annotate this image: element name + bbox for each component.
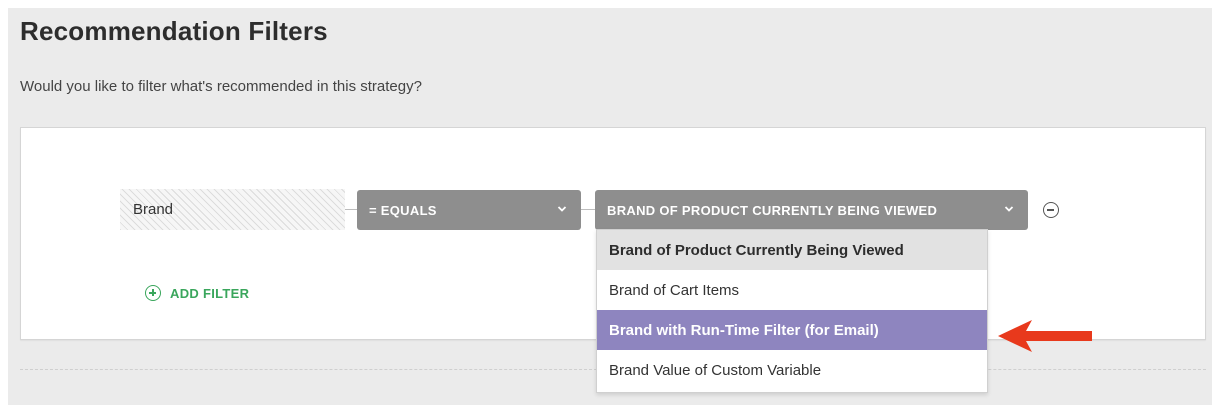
value-label: BRAND OF PRODUCT CURRENTLY BEING VIEWED [607, 203, 938, 218]
add-filter-button[interactable]: ADD FILTER [145, 283, 249, 303]
connector-line [581, 209, 595, 210]
filter-field-brand: Brand [120, 189, 345, 230]
value-dropdown-menu: Brand of Product Currently Being Viewed … [596, 229, 988, 393]
chevron-down-icon [557, 206, 567, 212]
dropdown-option[interactable]: Brand with Run-Time Filter (for Email) [597, 310, 987, 350]
plus-circle-icon [145, 285, 161, 301]
dropdown-option[interactable]: Brand Value of Custom Variable [597, 350, 987, 390]
chevron-down-icon [1004, 206, 1014, 212]
filter-field-label: Brand [133, 201, 174, 218]
dropdown-option[interactable]: Brand of Cart Items [597, 270, 987, 310]
operator-label: = EQUALS [369, 203, 437, 218]
section-subtitle: Would you like to filter what's recommen… [20, 78, 422, 95]
remove-filter-icon[interactable] [1043, 202, 1059, 218]
add-filter-label: ADD FILTER [170, 285, 250, 301]
dropdown-option[interactable]: Brand of Product Currently Being Viewed [597, 230, 987, 270]
section-title: Recommendation Filters [20, 16, 328, 46]
red-arrow-icon [998, 320, 1092, 352]
value-select[interactable]: BRAND OF PRODUCT CURRENTLY BEING VIEWED [595, 190, 1028, 230]
operator-select[interactable]: = EQUALS [357, 190, 581, 230]
